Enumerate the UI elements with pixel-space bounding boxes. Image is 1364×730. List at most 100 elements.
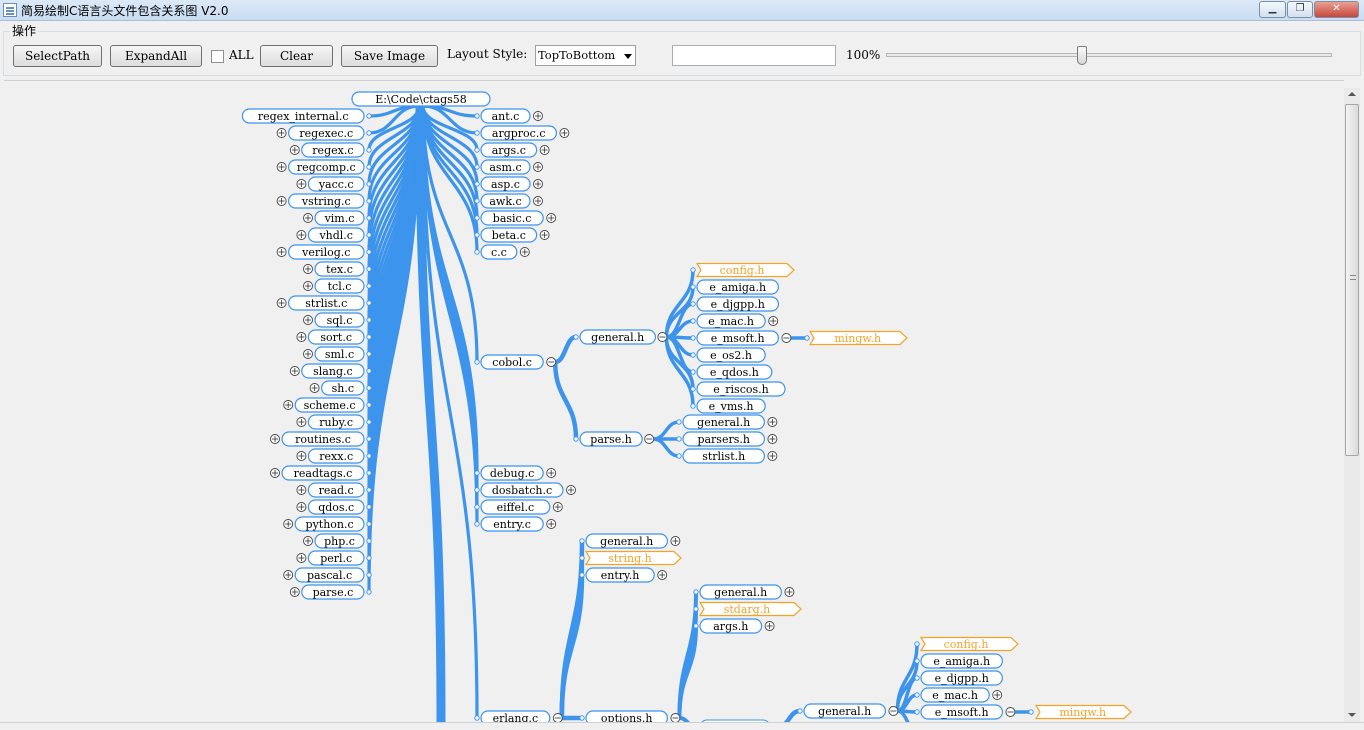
close-button[interactable]: ✕ <box>1314 1 1359 18</box>
expand-icon[interactable] <box>289 587 300 597</box>
save-image-button[interactable]: Save Image <box>341 45 438 67</box>
collapse-icon[interactable] <box>781 333 792 343</box>
collapse-icon[interactable] <box>657 332 668 342</box>
include-edge-cobol <box>552 359 579 442</box>
expand-icon[interactable] <box>303 536 313 546</box>
expand-icon[interactable] <box>309 383 320 393</box>
file-node-left-label: regcomp.c <box>297 161 356 174</box>
scroll-up-arrow-icon[interactable] <box>1344 88 1360 102</box>
expand-icon[interactable] <box>539 230 550 240</box>
expand-icon[interactable] <box>276 298 287 308</box>
expand-icon[interactable] <box>296 451 307 461</box>
expand-icon[interactable] <box>559 128 570 138</box>
expand-icon[interactable] <box>657 570 668 580</box>
expand-icon[interactable] <box>303 349 313 359</box>
expand-icon[interactable] <box>303 264 313 274</box>
expand-icon[interactable] <box>546 468 557 478</box>
expand-icon[interactable] <box>764 621 775 631</box>
expand-icon[interactable] <box>276 162 287 172</box>
file-node-right-label: awk.c <box>489 195 521 208</box>
expand-icon[interactable] <box>289 145 300 155</box>
include-edge-cobol <box>552 334 579 365</box>
file-node-left-label: yacc.c <box>318 178 354 191</box>
collapse-icon[interactable] <box>1005 707 1016 717</box>
scroll-thumb[interactable] <box>1345 104 1359 456</box>
collapse-icon[interactable] <box>644 434 655 444</box>
expand-icon[interactable] <box>296 332 307 342</box>
expand-icon[interactable] <box>767 417 778 427</box>
expand-icon[interactable] <box>276 247 287 257</box>
file-node-header-label: general.h <box>600 535 653 548</box>
expand-icon[interactable] <box>539 145 550 155</box>
expand-icon[interactable] <box>519 247 530 257</box>
layout-style-value: TopToBottom <box>538 48 616 62</box>
select-path-button[interactable]: SelectPath <box>13 45 102 67</box>
expand-icon[interactable] <box>533 179 543 189</box>
minimize-button[interactable]: ▁ <box>1259 1 1286 18</box>
file-node-header-label: args.h <box>713 620 748 633</box>
zoom-slider-track[interactable] <box>886 53 1332 57</box>
file-node-left-label: pascal.c <box>307 569 352 582</box>
connector-dot-icon <box>690 284 696 290</box>
file-node-general-label: general.h <box>591 331 644 344</box>
file-node-left-label: slang.c <box>313 365 353 378</box>
connector-dot-icon <box>474 198 480 204</box>
all-checkbox[interactable] <box>211 50 224 63</box>
file-node-right-label: eiffel.c <box>497 501 535 514</box>
maximize-button[interactable]: ❐ <box>1287 1 1313 18</box>
connector-dot-icon <box>573 436 579 442</box>
expand-icon[interactable] <box>283 570 294 580</box>
connector-dot-icon <box>366 181 372 187</box>
expand-icon[interactable] <box>303 281 313 291</box>
expand-icon[interactable] <box>992 690 1003 700</box>
expand-icon[interactable] <box>276 128 287 138</box>
system-header-node-label: stdarg.h <box>724 603 771 616</box>
expand-icon[interactable] <box>289 366 300 376</box>
expand-icon[interactable] <box>533 162 543 172</box>
layout-style-label: Layout Style: <box>447 47 528 61</box>
expand-icon[interactable] <box>283 519 294 529</box>
connector-dot-icon <box>366 113 372 119</box>
expand-icon[interactable] <box>270 434 280 444</box>
file-node-right-label: argproc.c <box>492 127 546 140</box>
layout-style-select[interactable]: TopToBottom <box>535 45 636 66</box>
graph-canvas[interactable]: regex_internal.c regexec.c regex.c regcomp.… <box>4 80 1344 723</box>
expand-icon[interactable] <box>296 230 307 240</box>
expand-icon[interactable] <box>546 519 557 529</box>
expand-icon[interactable] <box>270 468 280 478</box>
expand-icon[interactable] <box>768 316 779 326</box>
expand-icon[interactable] <box>296 417 307 427</box>
expand-icon[interactable] <box>303 213 313 223</box>
expand-icon[interactable] <box>566 485 576 495</box>
expand-icon[interactable] <box>276 196 287 206</box>
expand-icon[interactable] <box>283 400 294 410</box>
expand-icon[interactable] <box>533 111 543 121</box>
expand-icon[interactable] <box>552 502 563 512</box>
expand-icon[interactable] <box>670 536 681 546</box>
expand-icon[interactable] <box>296 179 307 189</box>
expand-icon[interactable] <box>303 315 313 325</box>
expand-icon[interactable] <box>296 485 307 495</box>
expand-icon[interactable] <box>767 434 778 444</box>
collapse-icon[interactable] <box>546 357 557 367</box>
expand-icon[interactable] <box>767 451 778 461</box>
clear-button[interactable]: Clear <box>260 45 333 67</box>
zoom-slider-thumb[interactable] <box>1077 46 1088 65</box>
expand-icon[interactable] <box>546 213 557 223</box>
file-node-left-label: php.c <box>324 535 355 548</box>
expand-icon[interactable] <box>784 587 795 597</box>
connector-dot-icon <box>579 555 585 561</box>
vertical-scrollbar[interactable] <box>1344 88 1360 722</box>
file-node-header-label: e_amiga.h <box>933 655 990 668</box>
expand-icon[interactable] <box>296 553 307 563</box>
expand-icon[interactable] <box>533 196 543 206</box>
file-node-right-label: debug.c <box>490 467 534 480</box>
collapse-icon[interactable] <box>888 706 899 716</box>
connector-dot-icon <box>693 606 699 612</box>
path-input[interactable] <box>672 45 836 66</box>
scroll-down-arrow-icon[interactable] <box>1344 708 1360 722</box>
connector-dot-icon <box>474 487 480 493</box>
expand-all-button[interactable]: ExpandAll <box>110 45 202 67</box>
connector-dot-icon <box>690 352 696 358</box>
expand-icon[interactable] <box>296 502 307 512</box>
